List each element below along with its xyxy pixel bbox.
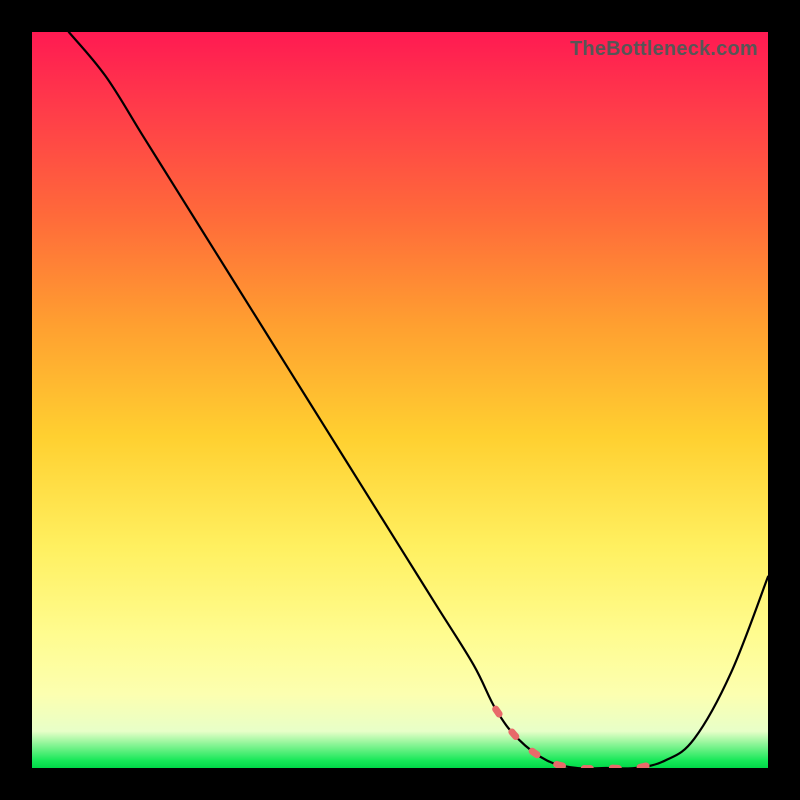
plot-area: TheBottleneck.com <box>32 32 768 768</box>
bottleneck-curve <box>69 32 768 768</box>
curve-layer <box>32 32 768 768</box>
optimal-range-highlight <box>496 709 665 768</box>
chart-frame: TheBottleneck.com <box>0 0 800 800</box>
